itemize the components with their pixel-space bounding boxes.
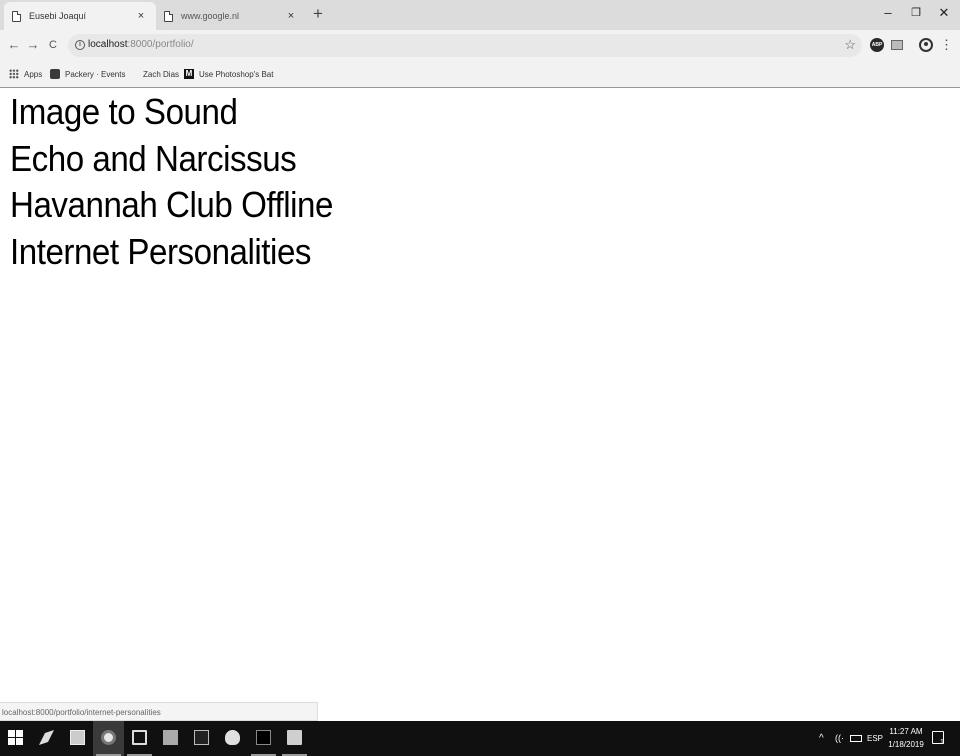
profile-icon[interactable] [919, 38, 933, 52]
apps-grid-icon [9, 69, 19, 79]
clock-date: 1/18/2019 [888, 740, 924, 749]
bookmark-apps[interactable]: Apps [9, 67, 42, 81]
maximize-button[interactable]: ❐ [906, 5, 926, 21]
notification-count: 1 [940, 739, 944, 746]
close-window-button[interactable]: ✕ [934, 5, 954, 21]
app-icon [163, 730, 178, 745]
taskbar-app-7[interactable] [217, 721, 248, 756]
page-icon [12, 10, 21, 22]
page-icon [164, 10, 173, 22]
bookmark-label: Zach Dias [143, 69, 180, 79]
adblock-extension-icon[interactable]: ABP [870, 38, 884, 52]
app-icon [194, 730, 209, 745]
browser-toolbar: ← → C i localhost:8000/portfolio/ ☆ ABP … [0, 30, 960, 61]
portfolio-link-echo-and-narcissus[interactable]: Echo and Narcissus [10, 136, 333, 183]
taskbar-app-1[interactable] [31, 721, 62, 756]
m-icon: M [184, 69, 194, 79]
taskbar-app-2[interactable] [62, 721, 93, 756]
tab-title: www.google.nl [181, 11, 240, 21]
battery-icon[interactable] [850, 735, 862, 742]
tab-google[interactable]: www.google.nl × [156, 2, 306, 30]
url-path: :8000/portfolio/ [127, 39, 194, 50]
url-text[interactable]: localhost:8000/portfolio/ [88, 39, 194, 50]
folder-icon [287, 730, 302, 745]
close-tab-icon[interactable]: × [134, 10, 148, 22]
start-button[interactable] [0, 721, 31, 756]
close-tab-icon[interactable]: × [284, 10, 298, 22]
explorer-icon [70, 730, 85, 745]
bookmark-label: Apps [24, 69, 43, 79]
minimize-button[interactable]: – [878, 5, 898, 21]
system-clock[interactable]: 11:27 AM 1/18/2019 [886, 725, 926, 756]
taskbar-vscode[interactable] [124, 721, 155, 756]
tab-title: Eusebi Joaquí [29, 11, 87, 21]
taskbar-app-5[interactable] [155, 721, 186, 756]
network-icon[interactable]: ((· [835, 733, 844, 756]
bookmark-label: Use Photoshop's Bat [199, 69, 274, 79]
portfolio-link-havannah-club-offline[interactable]: Havannah Club Offline [10, 182, 333, 229]
portfolio-link-internet-personalities[interactable]: Internet Personalities [10, 229, 333, 276]
tab-strip: Eusebi Joaquí × www.google.nl × + – ❐ ✕ [0, 0, 960, 30]
tab-eusebi[interactable]: Eusebi Joaquí × [4, 2, 156, 30]
url-host: localhost [88, 39, 128, 50]
bookmarks-bar: Apps Packery · Events Zach Dias M Use Ph… [0, 61, 960, 88]
taskbar-file-explorer[interactable] [279, 721, 310, 756]
firefox-icon [225, 730, 240, 745]
show-hidden-icons-chevron-icon[interactable]: ^ [819, 733, 824, 756]
bookmark-label: Packery · Events [65, 69, 126, 79]
packery-icon [50, 69, 60, 79]
forward-button[interactable]: → [25, 37, 41, 53]
taskbar-terminal[interactable] [248, 721, 279, 756]
new-tab-button[interactable]: + [310, 5, 326, 23]
chrome-icon [101, 730, 116, 745]
reload-button[interactable]: C [45, 37, 61, 53]
taskbar-chrome[interactable] [93, 721, 124, 756]
bookmark-packery[interactable]: Packery · Events [50, 67, 125, 81]
image-extension-icon[interactable] [891, 40, 903, 50]
vscode-icon [132, 730, 147, 745]
menu-icon[interactable]: ⋮ [940, 37, 953, 53]
info-icon[interactable]: i [75, 40, 85, 50]
status-url-bubble: localhost:8000/portfolio/internet-person… [0, 702, 318, 721]
back-button[interactable]: ← [6, 37, 22, 53]
bookmark-photoshop[interactable]: M Use Photoshop's Bat [184, 67, 273, 81]
pen-app-icon [39, 730, 54, 745]
windows-taskbar: ^ ((· ESP 11:27 AM 1/18/2019 1 [0, 721, 960, 756]
portfolio-list: Image to Sound Echo and Narcissus Havann… [10, 89, 361, 275]
portfolio-link-image-to-sound[interactable]: Image to Sound [10, 89, 333, 136]
bookmark-zach-dias[interactable]: Zach Dias [143, 67, 179, 81]
address-bar[interactable]: i localhost:8000/portfolio/ ☆ [68, 34, 862, 57]
terminal-icon [256, 730, 271, 745]
bookmark-star-icon[interactable]: ☆ [844, 37, 856, 53]
taskbar-app-6[interactable] [186, 721, 217, 756]
windows-icon [8, 730, 23, 745]
clock-time: 11:27 AM [889, 727, 923, 736]
input-language[interactable]: ESP [867, 734, 883, 756]
